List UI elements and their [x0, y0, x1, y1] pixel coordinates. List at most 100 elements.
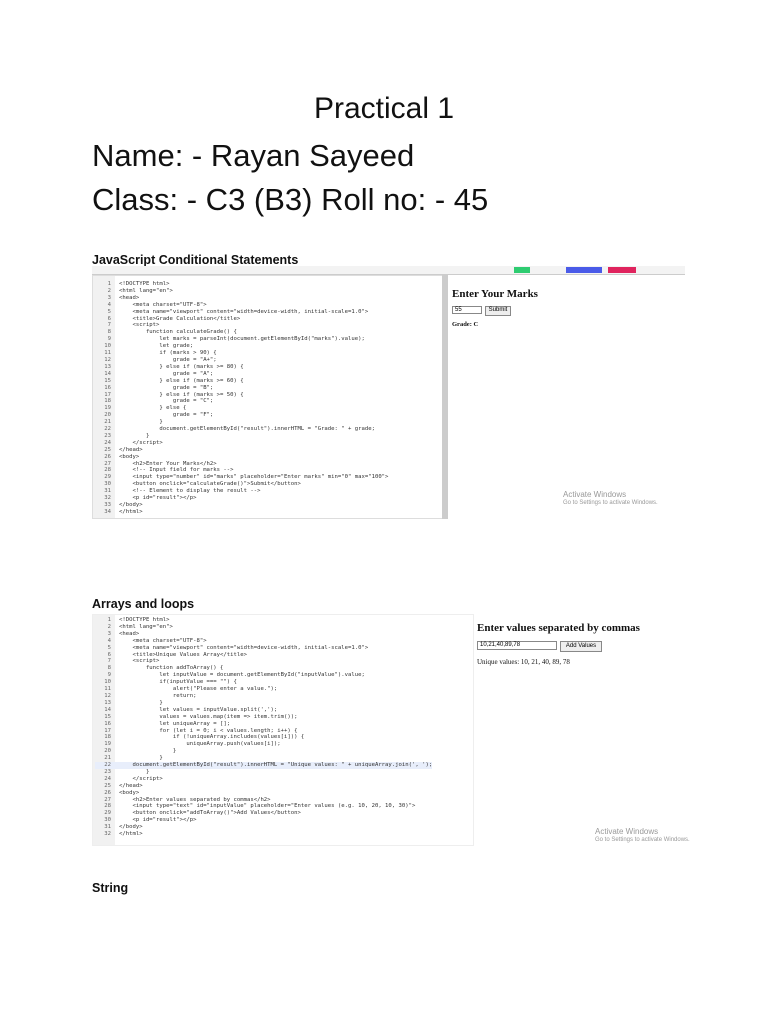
line-number: 8 — [107, 329, 111, 336]
submit-button[interactable]: Submit — [485, 306, 511, 316]
line-number: 17 — [104, 391, 111, 398]
output-heading: Enter Your Marks — [452, 288, 538, 300]
values-input[interactable]: 10,21,40,89,78 — [477, 641, 557, 650]
code-text: <meta name="viewport" content="width=dev… — [119, 308, 369, 315]
code-text: <!-- Element to display the result --> — [119, 488, 261, 495]
watermark-title: Activate Windows — [595, 827, 659, 836]
line-number: 2 — [107, 623, 111, 630]
marks-input[interactable]: 55 — [452, 306, 482, 314]
code-line: 19 uniqueArray.push(values[i]); — [95, 741, 432, 748]
code-text: </html> — [119, 508, 143, 515]
code-line: 15 } else if (marks >= 60) { — [95, 378, 388, 385]
editor-pane: 1 <!DOCTYPE html> 2 <html lang="en"> 3 <head>… — [92, 614, 474, 846]
code-line: 28 <input type="text" id="inputValue" pl… — [95, 803, 432, 810]
code-text: } else if (marks >= 80) { — [119, 363, 244, 370]
run-button[interactable] — [514, 267, 530, 273]
line-number: 23 — [104, 432, 111, 439]
code-text: grade = "B"; — [119, 384, 214, 391]
line-number: 32 — [104, 495, 111, 502]
line-number: 13 — [104, 699, 111, 706]
line-number: 21 — [104, 419, 111, 426]
document-page: Practical 1 Name: - Rayan Sayeed Class: … — [0, 0, 768, 1024]
code-text: let uniqueArray = []; — [119, 720, 231, 727]
line-number: 15 — [104, 713, 111, 720]
code-text: grade = "A+"; — [119, 356, 217, 363]
code-line: 24 </script> — [95, 440, 388, 447]
activate-windows-watermark: Activate Windows Go to Settings to activa… — [595, 827, 690, 845]
code-text: } — [119, 768, 150, 775]
code-line: 32 <p id="result"></p> — [95, 495, 388, 502]
code-text: <h2>Enter Your Marks</h2> — [119, 460, 217, 467]
code-text: grade = "F"; — [119, 412, 214, 419]
output-heading: Enter values separated by commas — [477, 622, 640, 634]
code-text: <body> — [119, 789, 140, 796]
code-text: <head> — [119, 294, 140, 301]
code-text: <button onclick="calculateGrade()">Submi… — [119, 481, 301, 488]
code-text: let grade; — [119, 343, 194, 350]
line-number: 13 — [104, 363, 111, 370]
code-line: 26 <body> — [95, 790, 432, 797]
line-number: 18 — [104, 734, 111, 741]
code-line: 2 <html lang="en"> — [95, 624, 432, 631]
code-line: 5 <meta name="viewport" content="width=d… — [95, 309, 388, 316]
line-number: 12 — [104, 356, 111, 363]
code-line: 9 let inputValue = document.getElementBy… — [95, 672, 432, 679]
code-line: 2 <html lang="en"> — [95, 288, 388, 295]
code-line: 17 } else if (marks >= 50) { — [95, 392, 388, 399]
line-number: 17 — [104, 727, 111, 734]
line-number: 7 — [107, 322, 111, 329]
code-line: 18 grade = "C"; — [95, 398, 388, 405]
code-line: 10 let grade; — [95, 343, 388, 350]
student-name: Name: - Rayan Sayeed — [92, 138, 415, 173]
activate-windows-watermark: Activate Windows Go to Settings to activa… — [563, 490, 658, 508]
line-number: 9 — [107, 672, 111, 679]
line-number: 1 — [107, 281, 111, 287]
line-number: 30 — [104, 817, 111, 824]
code-text: document.getElementById("result").innerH… — [119, 762, 433, 769]
code-text: </script> — [119, 775, 163, 782]
code-text: <!DOCTYPE html> — [119, 281, 170, 287]
code-line: 29 <button onclick="addToArray()">Add Va… — [95, 810, 432, 817]
code-text: <input type="text" id="inputValue" place… — [119, 803, 416, 810]
code-line: 13 } else if (marks >= 80) { — [95, 364, 388, 371]
line-number: 5 — [107, 308, 111, 315]
code-line: 19 } else { — [95, 405, 388, 412]
line-number: 27 — [104, 460, 111, 467]
code-line: 11 alert("Please enter a value."); — [95, 686, 432, 693]
watermark-subtitle: Go to Settings to activate Windows. — [595, 837, 690, 843]
code-text: if (marks > 90) { — [119, 350, 217, 357]
line-number: 2 — [107, 287, 111, 294]
code-line: 20 grade = "F"; — [95, 412, 388, 419]
line-number: 30 — [104, 481, 111, 488]
code-text: } else if (marks >= 50) { — [119, 391, 244, 398]
code-text: <head> — [119, 630, 140, 637]
section-heading-string: String — [92, 881, 129, 895]
code-line: 3 <head> — [95, 631, 432, 638]
code-text: </script> — [119, 439, 163, 446]
toolbar-button-red[interactable] — [608, 267, 636, 273]
code-line: 4 <meta charset="UTF-8"> — [95, 302, 388, 309]
code-text: </body> — [119, 824, 143, 831]
line-number: 12 — [104, 692, 111, 699]
line-number: 25 — [104, 446, 111, 453]
scrollbar[interactable] — [442, 275, 448, 519]
line-number: 29 — [104, 474, 111, 481]
line-number: 10 — [104, 679, 111, 686]
line-number: 14 — [104, 706, 111, 713]
code-line: 33 </body> — [95, 502, 388, 509]
code-text: grade = "A"; — [119, 370, 214, 377]
toolbar-button-blue[interactable] — [566, 267, 602, 273]
code-line: 3 <head> — [95, 295, 388, 302]
line-number: 22 — [104, 762, 111, 769]
code-line: 30 <button onclick="calculateGrade()">Su… — [95, 481, 388, 488]
code-line: 32 </html> — [95, 831, 432, 838]
code-line: 22 document.getElementById("result").inn… — [95, 762, 433, 769]
code-text: document.getElementById("result").innerH… — [119, 426, 375, 433]
line-number: 15 — [104, 377, 111, 384]
add-values-button[interactable]: Add Values — [560, 641, 602, 652]
code-line: 4 <meta charset="UTF-8"> — [95, 638, 432, 645]
code-line: 11 if (marks > 90) { — [95, 350, 388, 357]
code-line: 12 grade = "A+"; — [95, 357, 388, 364]
line-number: 14 — [104, 370, 111, 377]
code-line: 16 grade = "B"; — [95, 385, 388, 392]
